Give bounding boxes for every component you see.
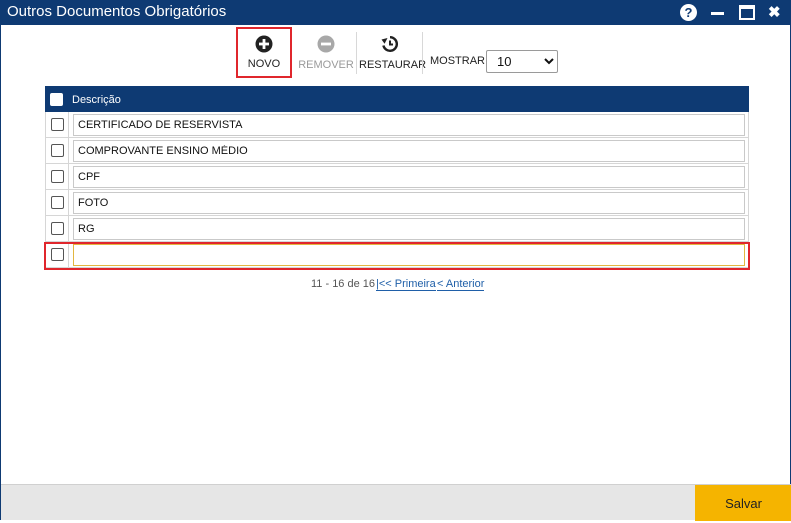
table-header: Descrição	[45, 86, 749, 112]
minimize-icon[interactable]	[711, 4, 725, 22]
table-row	[45, 164, 749, 190]
row-checkbox[interactable]	[51, 118, 64, 131]
row-checkbox[interactable]	[51, 196, 64, 209]
row-checkbox[interactable]	[51, 248, 64, 261]
plus-circle-icon	[255, 35, 273, 53]
column-header-descricao: Descrição	[72, 94, 121, 106]
help-icon[interactable]: ?	[680, 4, 697, 21]
row-divider	[68, 242, 69, 267]
descricao-input[interactable]	[73, 192, 745, 214]
row-checkbox[interactable]	[51, 144, 64, 157]
toolbar: NOVO REMOVER RESTAURAR MOSTRAR: 10	[1, 26, 791, 80]
remover-button[interactable]: REMOVER	[297, 29, 355, 77]
row-divider	[68, 112, 69, 137]
toolbar-separator	[356, 32, 357, 74]
pagination-prev-link[interactable]: < Anterior	[437, 278, 485, 291]
window-title: Outros Documentos Obrigatórios	[7, 3, 227, 20]
table-row	[45, 138, 749, 164]
restaurar-button[interactable]: RESTAURAR	[359, 29, 427, 77]
remover-label: REMOVER	[298, 59, 354, 71]
dialog-window: Outros Documentos Obrigatórios ? ✖ NOVO …	[0, 0, 791, 521]
row-divider	[68, 164, 69, 189]
descricao-input[interactable]	[73, 114, 745, 136]
descricao-input[interactable]	[73, 140, 745, 162]
maximize-icon[interactable]	[739, 5, 755, 20]
row-checkbox[interactable]	[51, 222, 64, 235]
row-divider	[68, 138, 69, 163]
restaurar-label: RESTAURAR	[359, 59, 427, 71]
mostrar-label: MOSTRAR:	[430, 55, 489, 67]
descricao-input[interactable]	[73, 166, 745, 188]
page-size-select[interactable]: 10	[486, 50, 558, 73]
close-icon[interactable]: ✖	[768, 4, 782, 22]
toolbar-separator	[422, 32, 423, 74]
select-all-checkbox[interactable]	[50, 93, 63, 106]
table-row	[45, 190, 749, 216]
titlebar: Outros Documentos Obrigatórios ? ✖	[1, 0, 791, 25]
descricao-input[interactable]	[73, 218, 745, 240]
table-row-new	[45, 242, 749, 268]
restore-history-icon	[381, 35, 399, 52]
minus-circle-icon	[317, 35, 335, 53]
pagination-range: 11 - 16 de 16	[311, 278, 376, 290]
row-divider	[68, 216, 69, 241]
descricao-input-new[interactable]	[73, 244, 745, 266]
footer-bar: Salvar	[1, 484, 791, 521]
table-row	[45, 216, 749, 242]
novo-button[interactable]: NOVO	[236, 27, 292, 78]
pagination-first-link[interactable]: |<< Primeira	[376, 278, 436, 291]
save-button[interactable]: Salvar	[695, 485, 791, 521]
row-divider	[68, 190, 69, 215]
row-checkbox[interactable]	[51, 170, 64, 183]
novo-label: NOVO	[247, 58, 281, 70]
table-row	[45, 112, 749, 138]
